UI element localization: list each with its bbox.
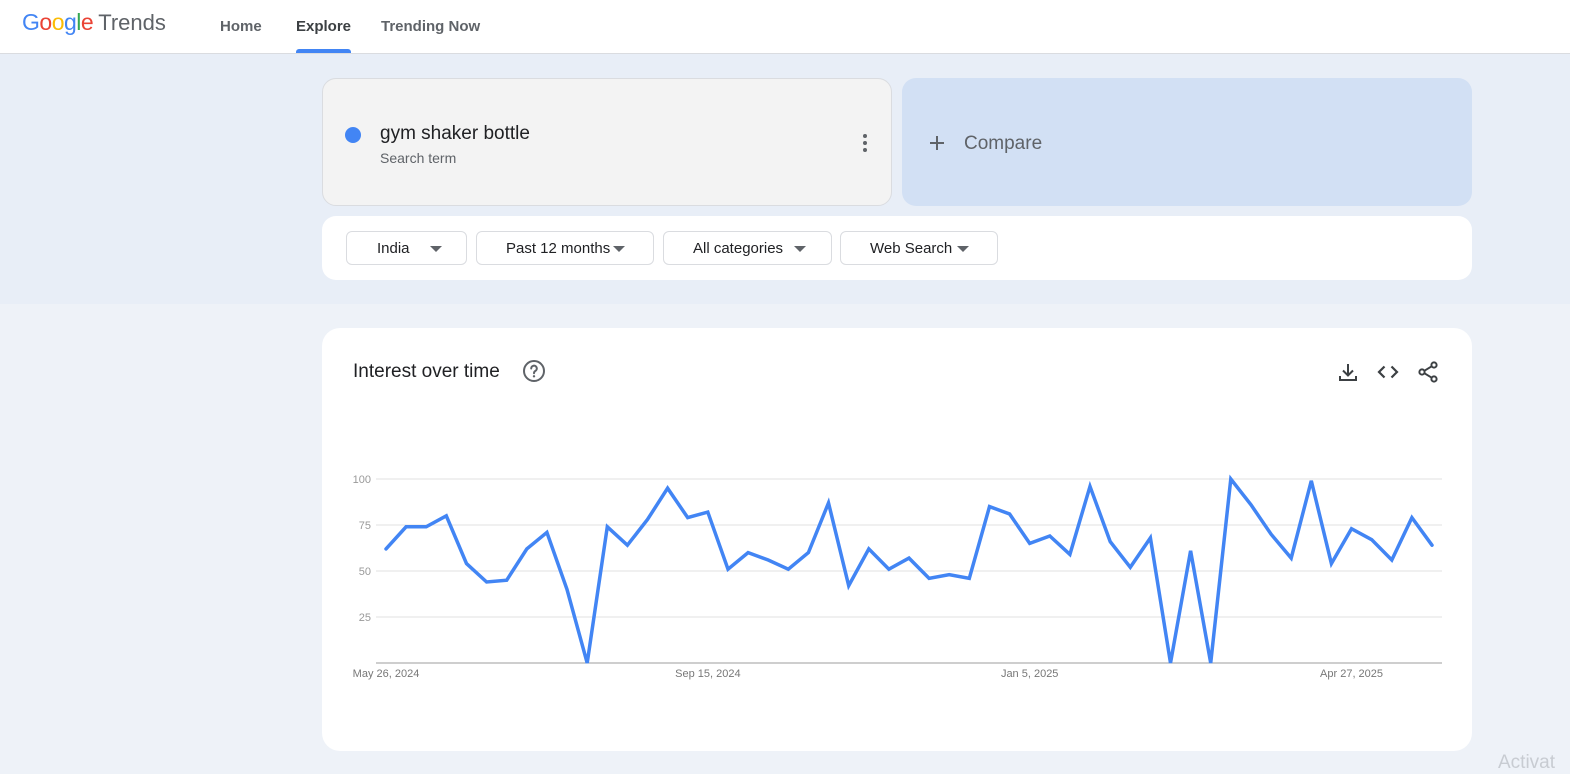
interest-over-time-card: Interest over time 25 50 75 100 May 26, 2024… (322, 328, 1472, 751)
filter-category-label: All categories (693, 240, 784, 257)
top-bar: Google Trends Home Explore Trending Now (0, 0, 1570, 54)
nav-trending-now-label: Trending Now (381, 18, 481, 35)
x-tick-label: Jan 5, 2025 (1001, 668, 1059, 680)
filter-time-range-label: Past 12 months (506, 240, 611, 257)
y-tick-label: 75 (359, 520, 371, 532)
filter-category[interactable]: All categories (663, 231, 832, 265)
logo-letter: o (39, 9, 52, 35)
y-tick-label: 100 (353, 474, 371, 486)
nav-explore[interactable]: Explore (296, 0, 352, 53)
dropdown-caret-icon (430, 246, 442, 252)
logo-letter: o (51, 9, 65, 35)
nav-explore-label: Explore (296, 18, 352, 35)
trends-wordmark: Trends (98, 10, 166, 35)
x-tick-label: Apr 27, 2025 (1320, 668, 1383, 680)
term-color-dot (345, 127, 361, 143)
y-tick-label: 25 (359, 612, 371, 624)
dropdown-caret-icon (957, 246, 969, 252)
nav-trending-now[interactable]: Trending Now (381, 0, 480, 53)
y-tick-label: 50 (359, 566, 371, 578)
filter-bar: India Past 12 months All categories Web … (322, 216, 1472, 280)
dropdown-caret-icon (794, 246, 806, 252)
x-tick-label: Sep 15, 2024 (675, 668, 740, 680)
google-wordmark: Google (22, 9, 94, 36)
search-term-card[interactable]: gym shaker bottle Search term (322, 78, 892, 206)
compare-button[interactable]: Compare (902, 78, 1472, 206)
logo-letter: G (22, 9, 40, 35)
logo-letter: g (63, 9, 77, 35)
x-tick-label: May 26, 2024 (353, 668, 420, 680)
more-vert-icon[interactable] (857, 133, 873, 153)
google-trends-logo[interactable]: Google Trends (22, 9, 166, 39)
search-term-type: Search term (380, 150, 457, 166)
plus-icon (930, 136, 944, 150)
filter-location[interactable]: India (346, 231, 467, 265)
dropdown-caret-icon (613, 246, 625, 252)
search-term-name[interactable]: gym shaker bottle (380, 123, 530, 145)
filter-search-type-label: Web Search (870, 240, 953, 257)
filter-time-range[interactable]: Past 12 months (476, 231, 654, 265)
activation-watermark: Activat (1498, 752, 1556, 773)
logo-letter: e (80, 9, 94, 35)
filter-search-type[interactable]: Web Search (840, 231, 998, 265)
nav-home[interactable]: Home (220, 0, 262, 53)
filter-location-label: India (377, 240, 410, 257)
nav-home-label: Home (220, 18, 262, 35)
interest-line-chart: 25 50 75 100 May 26, 2024 Sep 15, 2024 Jan 5, … (353, 474, 1442, 680)
compare-label: Compare (964, 133, 1043, 154)
active-tab-indicator (296, 49, 352, 53)
